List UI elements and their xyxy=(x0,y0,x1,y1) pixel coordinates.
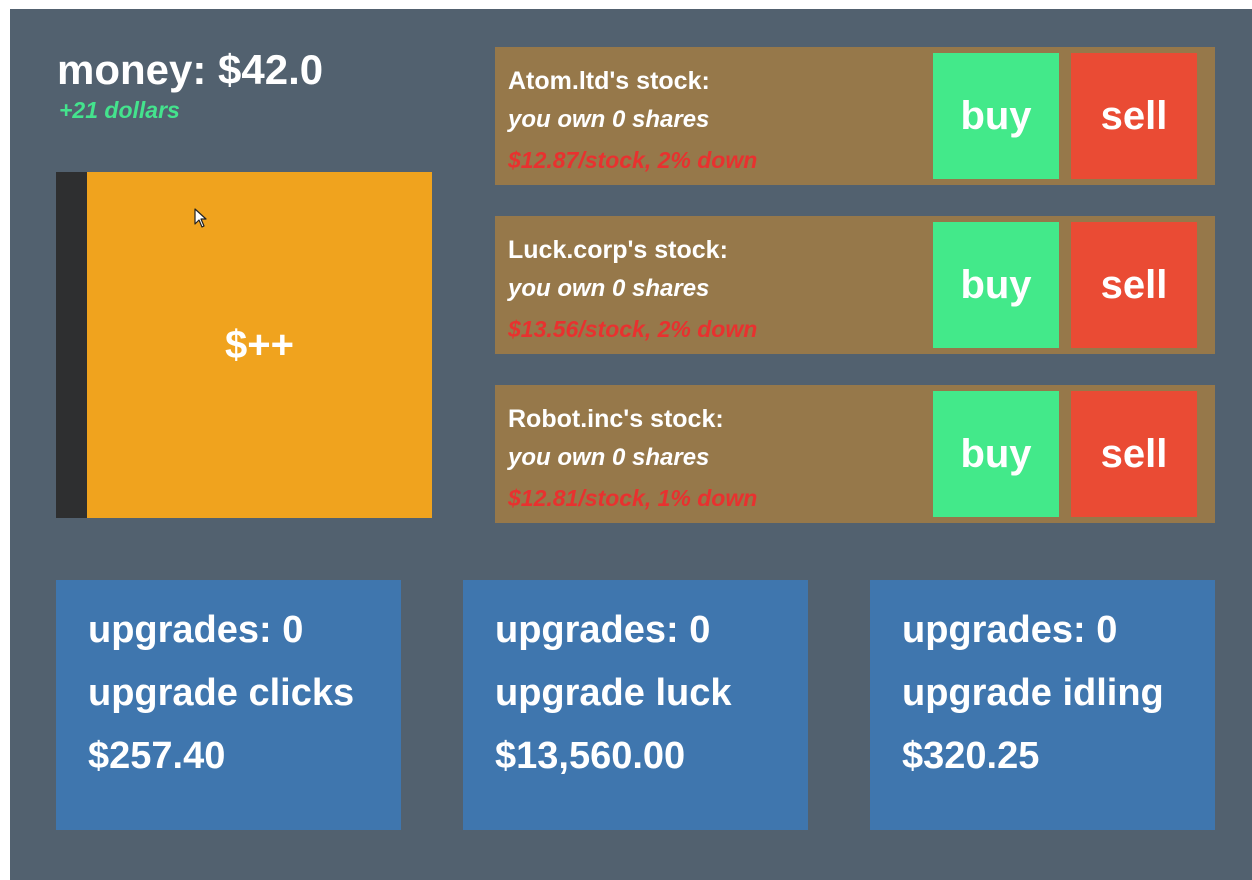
buy-atom-button[interactable]: buy xyxy=(933,53,1059,179)
upgrade-count: upgrades: 0 xyxy=(495,609,711,651)
upgrade-luck-button[interactable]: upgrades: 0 upgrade luck $13,560.00 xyxy=(463,580,808,830)
buy-robot-button[interactable]: buy xyxy=(933,391,1059,517)
upgrade-count: upgrades: 0 xyxy=(902,609,1118,651)
upgrade-cost: $257.40 xyxy=(88,735,226,777)
money-click-button[interactable]: $++ xyxy=(56,172,432,518)
upgrade-title: upgrade clicks xyxy=(88,672,355,714)
upgrade-clicks-button[interactable]: upgrades: 0 upgrade clicks $257.40 xyxy=(56,580,401,830)
buy-luck-button[interactable]: buy xyxy=(933,222,1059,348)
income-indicator: +21 dollars xyxy=(59,97,180,123)
stock-panel-luck: Luck.corp's stock: you own 0 shares $13.… xyxy=(495,216,1215,354)
upgrade-title: upgrade idling xyxy=(902,672,1164,714)
stock-name: Robot.inc's stock: xyxy=(508,405,724,433)
sell-luck-button[interactable]: sell xyxy=(1071,222,1197,348)
clicker-label: $++ xyxy=(225,322,294,367)
upgrade-title: upgrade luck xyxy=(495,672,732,714)
stock-price: $12.87/stock, 2% down xyxy=(508,147,758,173)
sell-atom-button[interactable]: sell xyxy=(1071,53,1197,179)
stock-shares-owned: you own 0 shares xyxy=(508,444,710,471)
upgrade-idling-button[interactable]: upgrades: 0 upgrade idling $320.25 xyxy=(870,580,1215,830)
game-window: money: $42.0 +21 dollars $++ Atom.ltd's … xyxy=(10,9,1252,880)
stock-name: Luck.corp's stock: xyxy=(508,236,728,264)
upgrade-cost: $320.25 xyxy=(902,735,1040,777)
stock-panel-robot: Robot.inc's stock: you own 0 shares $12.… xyxy=(495,385,1215,523)
stock-shares-owned: you own 0 shares xyxy=(508,106,710,133)
stock-name: Atom.ltd's stock: xyxy=(508,67,710,95)
sell-robot-button[interactable]: sell xyxy=(1071,391,1197,517)
stock-panel-atom: Atom.ltd's stock: you own 0 shares $12.8… xyxy=(495,47,1215,185)
stock-price: $13.56/stock, 2% down xyxy=(508,316,758,342)
upgrade-count: upgrades: 0 xyxy=(88,609,304,651)
upgrade-cost: $13,560.00 xyxy=(495,735,686,777)
clicker-side-bar xyxy=(56,172,87,518)
mouse-pointer-icon xyxy=(194,208,207,228)
stock-price: $12.81/stock, 1% down xyxy=(508,485,758,511)
money-display: money: $42.0 xyxy=(57,46,324,93)
stock-shares-owned: you own 0 shares xyxy=(508,275,710,302)
